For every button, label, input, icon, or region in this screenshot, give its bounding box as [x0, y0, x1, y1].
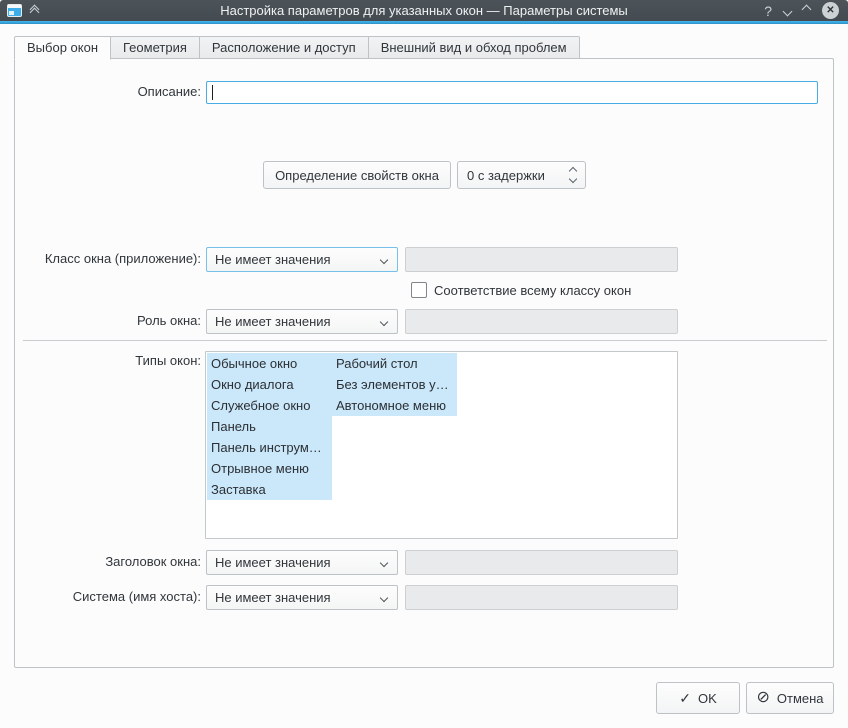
window-type-item[interactable]: Без элементов у… [332, 374, 457, 395]
window-type-item[interactable]: Обычное окно [207, 353, 332, 374]
window-role-combobox-value: Не имеет значения [215, 314, 331, 329]
app-window-icon[interactable] [7, 4, 22, 17]
window-type-item[interactable]: Заставка [207, 479, 332, 500]
chevron-down-icon [379, 558, 389, 567]
section-separator [23, 340, 827, 341]
window-type-item[interactable]: Отрывное меню [207, 458, 332, 479]
keep-above-icon[interactable] [29, 4, 40, 18]
window-title-combobox-value: Не имеет значения [215, 555, 331, 570]
window-title: Настройка параметров для указанных окон … [220, 3, 628, 18]
help-icon[interactable]: ? [764, 3, 772, 19]
tab-appearance-fixes[interactable]: Внешний вид и обход проблем [368, 36, 580, 59]
delay-spinbox-value: 0 с задержки [467, 167, 545, 183]
window-type-item[interactable]: Рабочий стол [332, 353, 457, 374]
window-types-column: Обычное окно Окно диалога Служебное окно Па… [207, 353, 332, 500]
match-whole-class-checkbox[interactable] [411, 282, 427, 298]
match-whole-class-label[interactable]: Соответствие всему классу окон [434, 283, 631, 298]
titlebar-accent-line [0, 21, 848, 24]
ok-button[interactable]: ✓ OK [656, 682, 740, 714]
detect-window-properties-button[interactable]: Определение свойств окна [263, 161, 451, 189]
window-types-list[interactable]: Обычное окно Окно диалога Служебное окно Па… [205, 351, 678, 539]
hostname-label: Система (имя хоста): [72, 589, 201, 604]
ok-button-label: OK [697, 690, 717, 706]
description-input[interactable] [206, 81, 818, 104]
chevron-down-icon [379, 255, 389, 264]
window-type-item[interactable]: Окно диалога [207, 374, 332, 395]
close-icon[interactable]: ✕ [822, 2, 839, 19]
tab-bar: Выбор окон Геометрия Расположение и дост… [14, 36, 580, 60]
cancel-button-label: Отмена [776, 690, 824, 706]
hostname-combobox-value: Не имеет значения [215, 590, 331, 605]
hostname-combobox[interactable]: Не имеет значения [206, 585, 398, 610]
window-type-item[interactable]: Панель инструм… [207, 437, 332, 458]
window-type-item[interactable]: Панель [207, 416, 332, 437]
window-role-field [405, 309, 678, 334]
maximize-icon[interactable] [801, 4, 812, 15]
window-class-field [405, 247, 678, 272]
window-title-label: Заголовок окна: [105, 554, 201, 569]
window-type-item[interactable]: Служебное окно [207, 395, 332, 416]
spin-down-icon[interactable] [568, 174, 578, 184]
description-label: Описание: [137, 84, 201, 99]
tab-arrangement-access[interactable]: Расположение и доступ [199, 36, 369, 59]
window-class-label: Класс окна (приложение): [44, 251, 201, 266]
tab-content-frame: Описание: Определение свойств окна 0 с з… [14, 58, 834, 668]
chevron-down-icon [379, 593, 389, 602]
text-caret [212, 85, 213, 100]
cancel-icon: ⊘ [756, 689, 770, 706]
window-class-combobox[interactable]: Не имеет значения [206, 247, 398, 272]
tab-window-matching[interactable]: Выбор окон [14, 36, 112, 60]
window-type-item[interactable]: Автономное меню [332, 395, 457, 416]
tab-geometry[interactable]: Геометрия [111, 36, 200, 59]
window-role-label: Роль окна: [137, 313, 201, 328]
hostname-field [405, 585, 678, 610]
delay-spinbox[interactable]: 0 с задержки [457, 161, 586, 189]
checkmark-icon: ✓ [679, 689, 691, 706]
window-types-column: Рабочий стол Без элементов у… Автономное м… [332, 353, 457, 416]
chevron-down-icon [379, 317, 389, 326]
window-title-combobox[interactable]: Не имеет значения [206, 550, 398, 575]
cancel-button[interactable]: ⊘ Отмена [746, 682, 834, 714]
window-types-label: Типы окон: [135, 353, 201, 368]
window-class-combobox-value: Не имеет значения [215, 252, 331, 267]
titlebar: Настройка параметров для указанных окон … [0, 0, 848, 21]
window-rules-dialog: Настройка параметров для указанных окон … [0, 0, 848, 728]
window-role-combobox[interactable]: Не имеет значения [206, 309, 398, 334]
window-title-field [405, 550, 678, 575]
minimize-icon[interactable] [782, 6, 793, 17]
